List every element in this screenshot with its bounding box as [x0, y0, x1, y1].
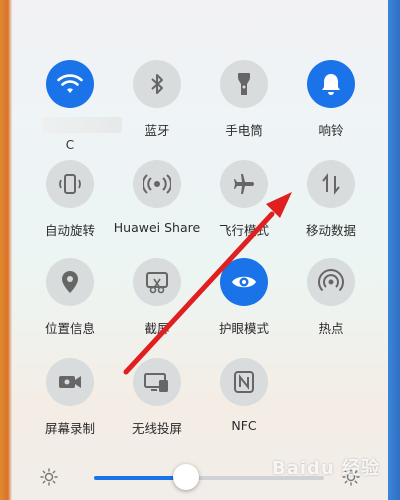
- watermark: Baidu 经验: [271, 458, 380, 479]
- annotation-arrow: [123, 192, 292, 375]
